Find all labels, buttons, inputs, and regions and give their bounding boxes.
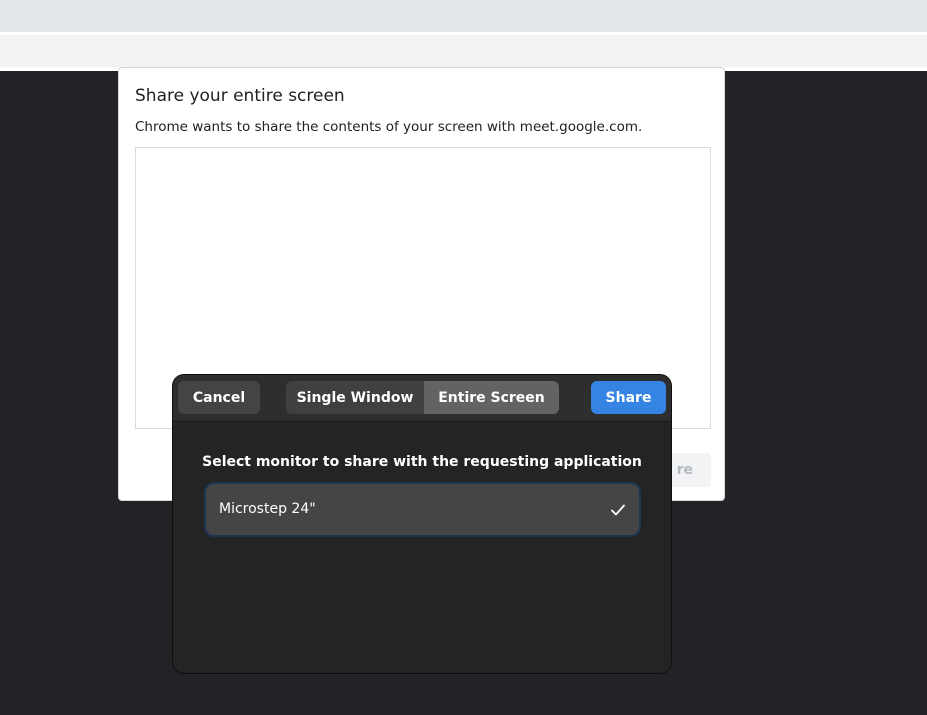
share-button[interactable]: Share (591, 381, 666, 414)
check-icon (611, 504, 625, 516)
cancel-button[interactable]: Cancel (178, 381, 260, 414)
monitor-list-item[interactable]: Microstep 24" (204, 482, 641, 537)
monitor-label: Microstep 24" (219, 501, 316, 517)
portal-header-bar: Cancel Single Window Entire Screen Share (173, 375, 671, 422)
dialog-subtitle: Chrome wants to share the contents of yo… (135, 119, 643, 135)
tab-entire-screen[interactable]: Entire Screen (424, 381, 559, 414)
share-mode-switcher: Single Window Entire Screen (286, 381, 559, 414)
tab-single-window[interactable]: Single Window (286, 381, 424, 414)
browser-top-bar (0, 0, 927, 32)
dialog-title: Share your entire screen (135, 86, 345, 106)
monitor-select-heading: Select monitor to share with the request… (202, 454, 642, 470)
screen-share-portal-dialog: Cancel Single Window Entire Screen Share… (172, 374, 672, 674)
browser-toolbar (0, 35, 927, 67)
